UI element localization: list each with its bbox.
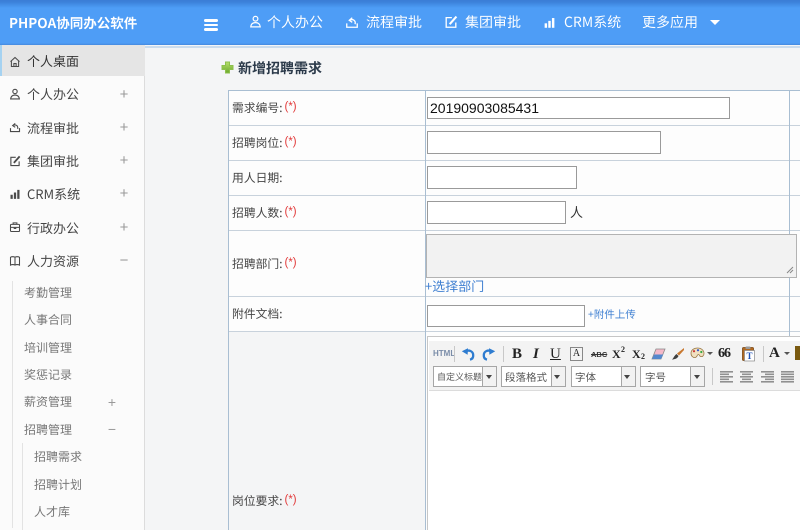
svg-text:T: T <box>746 351 752 361</box>
